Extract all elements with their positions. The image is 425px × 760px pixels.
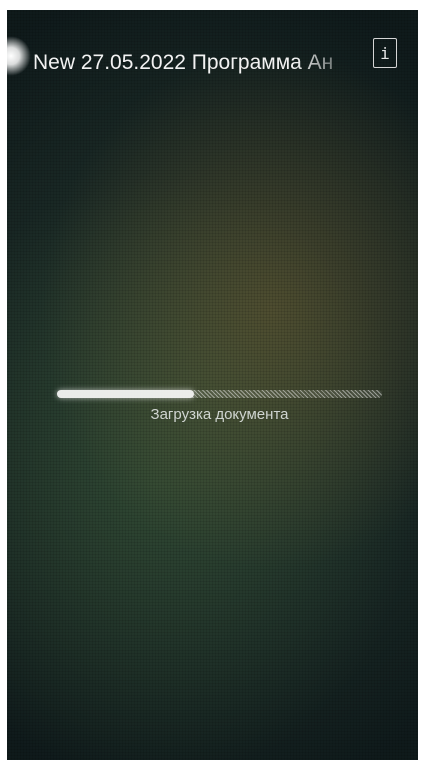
info-icon: i: [380, 43, 390, 63]
loading-status-label: Загрузка документа: [150, 406, 289, 423]
info-button[interactable]: i: [373, 38, 397, 68]
loading-progress-bar: [57, 390, 382, 398]
loading-progress-fill: [57, 390, 194, 398]
document-viewer-screen: New 27.05.2022 Программа Ан i Загрузка д…: [7, 10, 418, 760]
light-glare-decoration: [7, 36, 31, 76]
document-title: New 27.05.2022 Программа Ан: [33, 51, 334, 74]
